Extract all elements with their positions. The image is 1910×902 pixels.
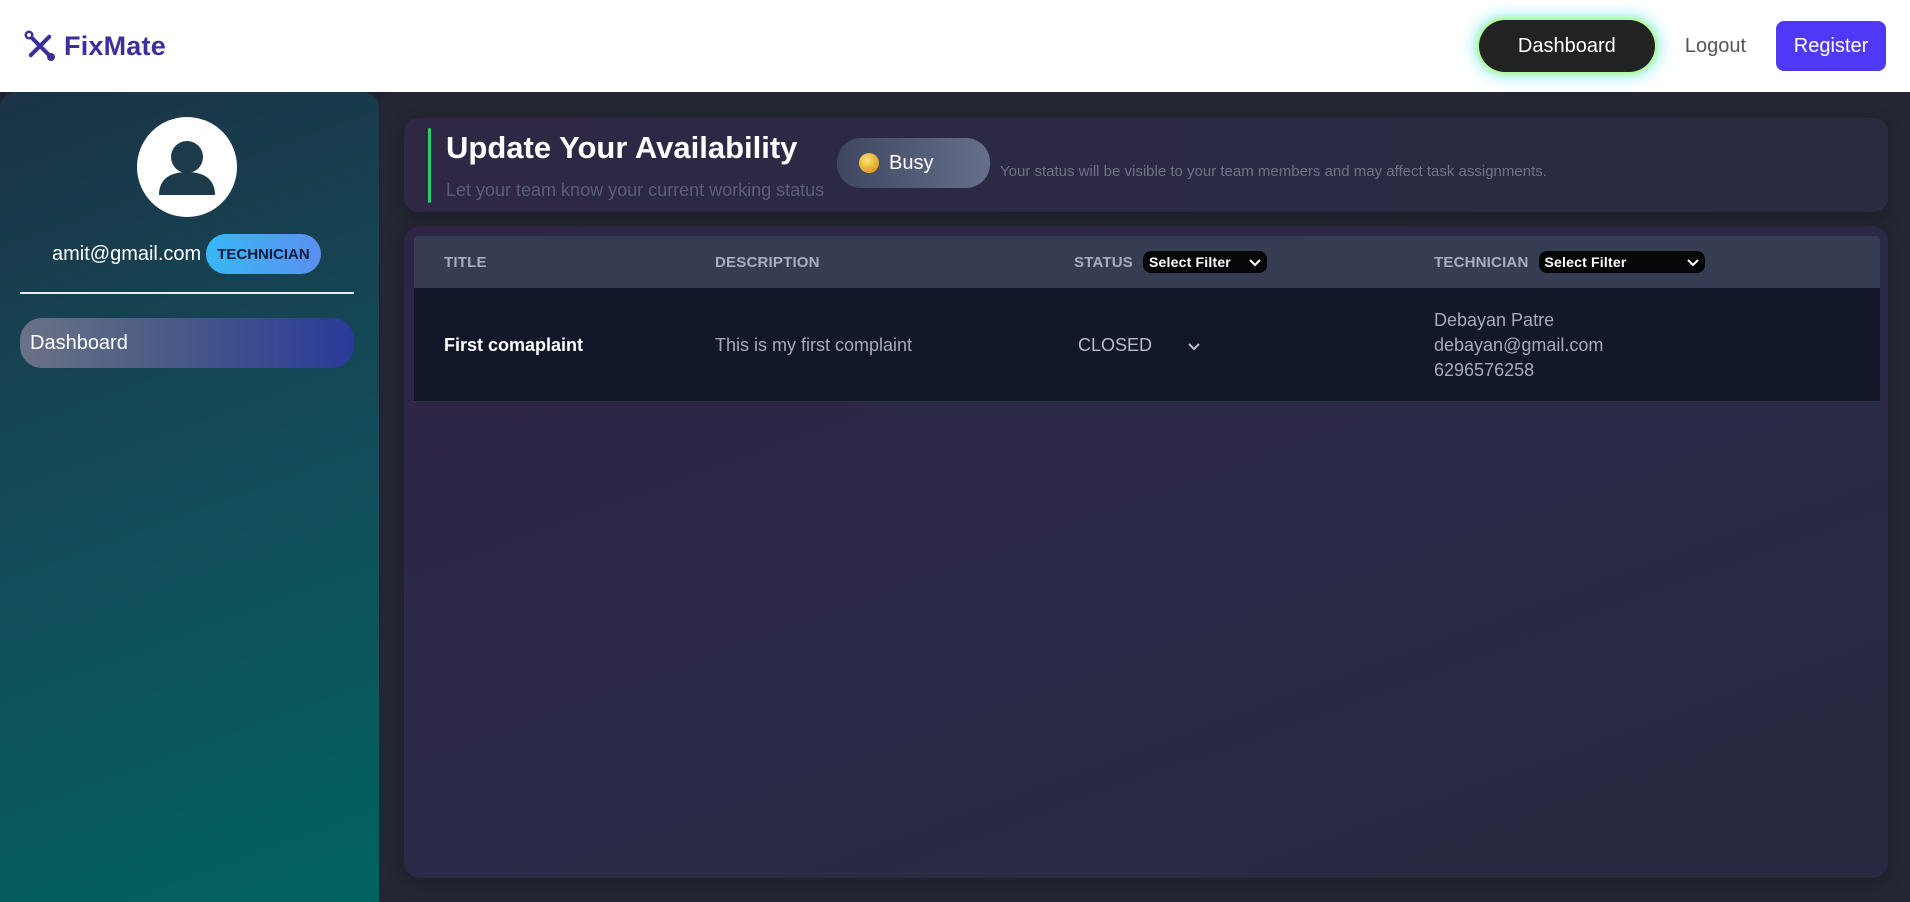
nav-actions: Dashboard Logout Register: [1478, 20, 1886, 72]
availability-subtitle: Let your team know your current working …: [446, 180, 825, 200]
technician-filter-value: Select Filter: [1544, 254, 1627, 270]
chevron-down-icon: [1249, 254, 1261, 270]
brand-logo[interactable]: FixMate: [24, 30, 166, 62]
sidebar-item-label: Dashboard: [30, 331, 128, 354]
column-header-technician: TECHNICIAN Select Filter: [1434, 236, 1705, 288]
logout-button[interactable]: Logout: [1685, 35, 1746, 58]
register-button[interactable]: Register: [1776, 21, 1886, 71]
column-header-description: DESCRIPTION: [715, 236, 820, 288]
role-badge: TECHNICIAN: [206, 234, 321, 274]
availability-title: Update Your Availability: [446, 130, 798, 165]
status-filter-value: Select Filter: [1148, 254, 1231, 270]
user-avatar-icon: [137, 117, 237, 217]
column-header-status: STATUS Select Filter: [1074, 236, 1267, 288]
row-technician: Debayan Patre debayan@gmail.com 62965762…: [1434, 288, 1603, 402]
wrench-screwdriver-icon: [24, 30, 56, 62]
availability-card: Update Your Availability Let your team k…: [404, 118, 1888, 212]
technician-phone: 6296576258: [1434, 359, 1535, 380]
top-navbar: FixMate Dashboard Logout Register: [0, 0, 1910, 92]
row-title: First comaplaint: [444, 334, 584, 355]
row-status-value: CLOSED: [1078, 334, 1153, 355]
row-description: This is my first complaint: [715, 334, 913, 355]
main-content: Update Your Availability Let your team k…: [380, 92, 1910, 902]
column-description-label: DESCRIPTION: [715, 253, 820, 271]
status-filter-select[interactable]: Select Filter: [1142, 251, 1267, 273]
technician-email: debayan@gmail.com: [1434, 334, 1604, 355]
chevron-down-icon: [1188, 335, 1200, 356]
table-header: TITLE DESCRIPTION STATUS Select Filter T…: [414, 236, 1880, 288]
user-email: amit@gmail.com: [52, 242, 202, 265]
technician-name: Debayan Patre: [1434, 309, 1555, 330]
column-header-title: TITLE: [444, 236, 487, 288]
column-status-label: STATUS: [1074, 253, 1133, 271]
availability-status-label: Busy: [889, 151, 934, 174]
sidebar: amit@gmail.com TECHNICIAN Dashboard: [0, 92, 379, 902]
column-title-label: TITLE: [444, 253, 487, 271]
brand-name: FixMate: [64, 30, 166, 61]
dashboard-button[interactable]: Dashboard: [1478, 20, 1655, 72]
row-status-select[interactable]: CLOSED: [1078, 325, 1212, 365]
column-technician-label: TECHNICIAN: [1434, 253, 1529, 271]
row-status-cell: CLOSED: [1078, 288, 1212, 402]
availability-note: Your status will be visible to your team…: [1000, 163, 1547, 180]
accent-bar: [428, 128, 431, 203]
availability-status-toggle[interactable]: Busy: [837, 138, 990, 188]
complaints-table: TITLE DESCRIPTION STATUS Select Filter T…: [404, 226, 1888, 878]
technician-filter-select[interactable]: Select Filter: [1538, 251, 1705, 273]
sidebar-item-dashboard[interactable]: Dashboard: [20, 318, 354, 368]
chevron-down-icon: [1686, 254, 1699, 270]
table-row: First comaplaint This is my first compla…: [414, 288, 1880, 402]
sidebar-divider: [20, 292, 354, 294]
user-info: amit@gmail.com TECHNICIAN: [52, 234, 321, 274]
status-dot-icon: [859, 153, 879, 173]
